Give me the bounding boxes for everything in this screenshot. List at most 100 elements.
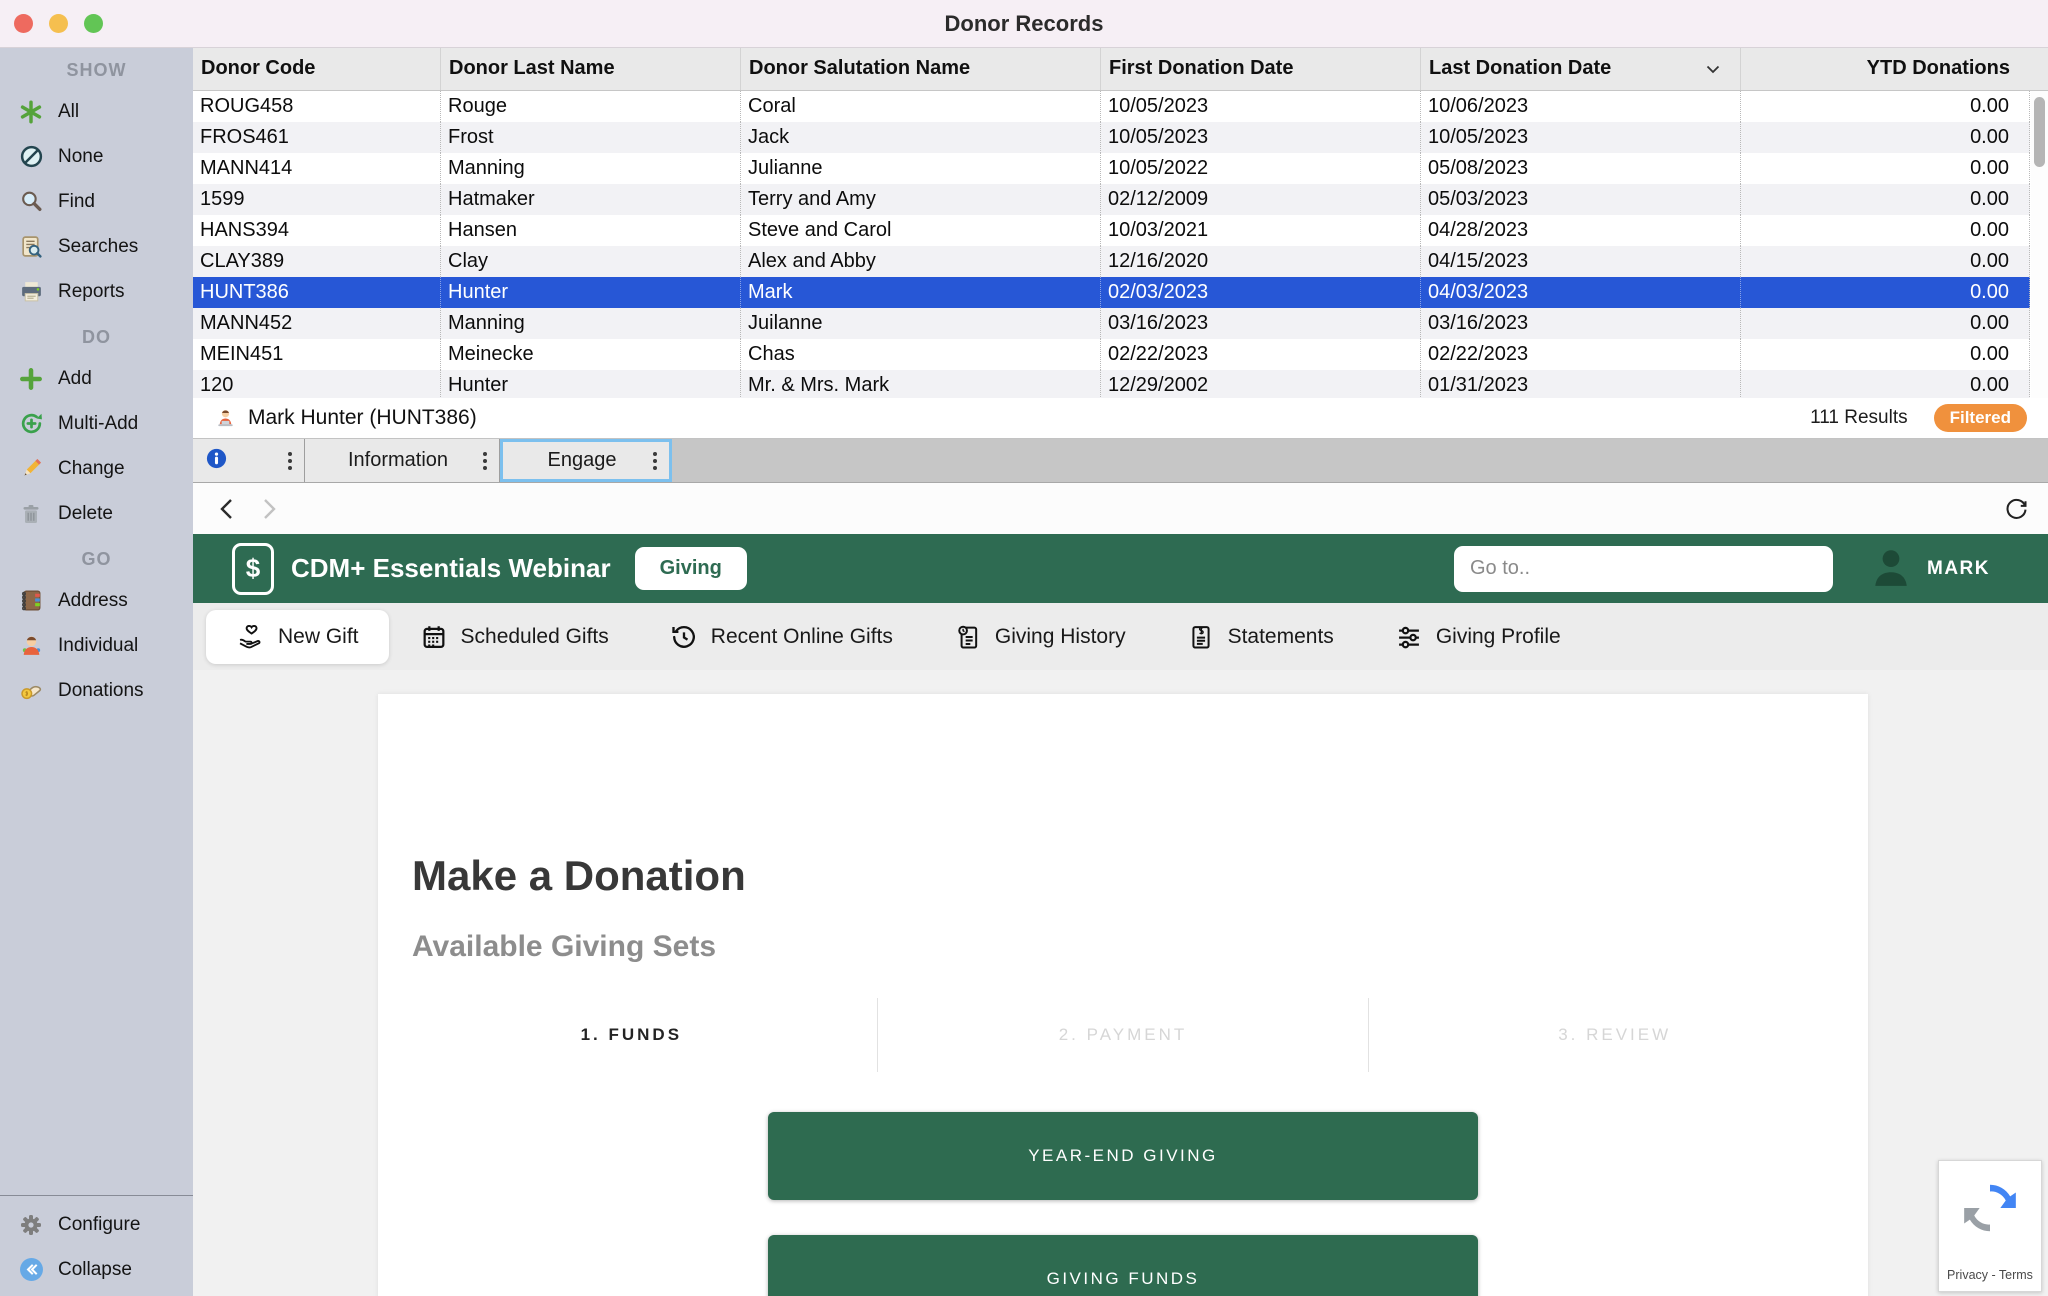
filtered-badge[interactable]: Filtered <box>1934 404 2027 432</box>
table-cell[interactable]: Clay <box>440 246 740 277</box>
table-cell[interactable]: Alex and Abby <box>740 246 1100 277</box>
table-cell[interactable]: Hatmaker <box>440 184 740 215</box>
recaptcha-badge[interactable]: Privacy - Terms <box>1938 1160 2042 1292</box>
table-row[interactable]: HANS394HansenSteve and Carol10/03/202104… <box>193 215 2030 246</box>
sidebar-item-individual[interactable]: Individual <box>0 623 193 668</box>
table-cell[interactable]: 12/16/2020 <box>1100 246 1420 277</box>
table-cell[interactable]: 10/05/2023 <box>1420 122 1740 153</box>
table-row[interactable]: HUNT386HunterMark02/03/202304/03/20230.0… <box>193 277 2030 308</box>
table-cell[interactable]: Meinecke <box>440 339 740 370</box>
sidebar-item-donations[interactable]: Donations <box>0 668 193 713</box>
table-row[interactable]: FROS461FrostJack10/05/202310/05/20230.00 <box>193 122 2030 153</box>
table-cell[interactable]: HANS394 <box>193 215 440 246</box>
table-row[interactable]: 120HunterMr. & Mrs. Mark12/29/200201/31/… <box>193 370 2030 398</box>
table-cell[interactable]: 02/12/2009 <box>1100 184 1420 215</box>
sidebar-item-delete[interactable]: Delete <box>0 491 193 536</box>
table-cell[interactable]: 0.00 <box>1740 339 2029 370</box>
giving-funds-button[interactable]: GIVING FUNDS <box>768 1235 1478 1296</box>
table-cell[interactable]: Hunter <box>440 277 740 308</box>
tab-menu-dots-icon[interactable] <box>483 459 487 463</box>
table-cell[interactable]: 0.00 <box>1740 153 2029 184</box>
table-row[interactable]: CLAY389ClayAlex and Abby12/16/202004/15/… <box>193 246 2030 277</box>
user-avatar-icon[interactable] <box>1869 544 1913 593</box>
username-label[interactable]: MARK <box>1927 558 1990 580</box>
column-header-last-name[interactable]: Donor Last Name <box>440 47 740 90</box>
refresh-icon[interactable] <box>2002 495 2030 523</box>
table-row[interactable]: ROUG458RougeCoral10/05/202310/06/20230.0… <box>193 91 2030 122</box>
table-cell[interactable]: MANN414 <box>193 153 440 184</box>
forward-button[interactable] <box>255 495 283 523</box>
table-cell[interactable]: 0.00 <box>1740 184 2029 215</box>
table-cell[interactable]: Mark <box>740 277 1100 308</box>
sidebar-item-configure[interactable]: Configure <box>0 1202 193 1247</box>
tab-information[interactable]: Information <box>305 439 500 482</box>
table-cell[interactable]: Manning <box>440 153 740 184</box>
table-cell[interactable]: Manning <box>440 308 740 339</box>
table-cell[interactable]: Hunter <box>440 370 740 398</box>
table-cell[interactable]: 0.00 <box>1740 246 2029 277</box>
table-cell[interactable]: HUNT386 <box>193 277 440 308</box>
tab-new-gift[interactable]: New Gift <box>206 610 389 664</box>
table-cell[interactable]: Terry and Amy <box>740 184 1100 215</box>
table-cell[interactable]: FROS461 <box>193 122 440 153</box>
table-cell[interactable]: Chas <box>740 339 1100 370</box>
table-cell[interactable]: 10/03/2021 <box>1100 215 1420 246</box>
table-scrollbar[interactable] <box>2031 91 2048 398</box>
table-cell[interactable]: 1599 <box>193 184 440 215</box>
tab-giving-history[interactable]: Giving History <box>923 610 1156 664</box>
table-cell[interactable]: Frost <box>440 122 740 153</box>
table-cell[interactable]: ROUG458 <box>193 91 440 122</box>
sidebar-item-address[interactable]: Address <box>0 578 193 623</box>
sidebar-item-multi-add[interactable]: Multi-Add <box>0 401 193 446</box>
giving-nav-button[interactable]: Giving <box>635 547 747 590</box>
column-header-last-donation[interactable]: Last Donation Date <box>1420 47 1740 90</box>
table-cell[interactable]: 04/28/2023 <box>1420 215 1740 246</box>
tab-menu-dots-icon[interactable] <box>653 459 657 463</box>
table-cell[interactable]: MEIN451 <box>193 339 440 370</box>
column-header-ytd[interactable]: YTD Donations <box>1740 47 2048 90</box>
table-cell[interactable]: 01/31/2023 <box>1420 370 1740 398</box>
table-cell[interactable]: 0.00 <box>1740 277 2029 308</box>
tab-menu-dots-icon[interactable] <box>288 459 292 463</box>
table-cell[interactable]: 120 <box>193 370 440 398</box>
column-header-salutation[interactable]: Donor Salutation Name <box>740 47 1100 90</box>
table-cell[interactable]: Steve and Carol <box>740 215 1100 246</box>
table-cell[interactable]: 04/03/2023 <box>1420 277 1740 308</box>
table-cell[interactable]: 02/22/2023 <box>1420 339 1740 370</box>
table-cell[interactable]: 10/05/2022 <box>1100 153 1420 184</box>
table-cell[interactable]: Rouge <box>440 91 740 122</box>
table-cell[interactable]: 02/03/2023 <box>1100 277 1420 308</box>
table-cell[interactable]: 0.00 <box>1740 122 2029 153</box>
table-cell[interactable]: Coral <box>740 91 1100 122</box>
tab-giving-profile[interactable]: Giving Profile <box>1364 610 1591 664</box>
table-cell[interactable]: 10/06/2023 <box>1420 91 1740 122</box>
tab-recent-online-gifts[interactable]: Recent Online Gifts <box>639 610 923 664</box>
goto-input[interactable] <box>1454 546 1833 592</box>
table-cell[interactable]: Hansen <box>440 215 740 246</box>
table-row[interactable]: MANN452ManningJuilanne03/16/202303/16/20… <box>193 308 2030 339</box>
table-cell[interactable]: 03/16/2023 <box>1420 308 1740 339</box>
sidebar-item-reports[interactable]: Reports <box>0 269 193 314</box>
sidebar-item-all[interactable]: All <box>0 89 193 134</box>
table-row[interactable]: MANN414ManningJulianne10/05/202205/08/20… <box>193 153 2030 184</box>
table-cell[interactable]: MANN452 <box>193 308 440 339</box>
table-cell[interactable]: 05/08/2023 <box>1420 153 1740 184</box>
sidebar-item-collapse[interactable]: Collapse <box>0 1247 193 1292</box>
tab-info[interactable] <box>193 439 305 482</box>
table-cell[interactable]: 03/16/2023 <box>1100 308 1420 339</box>
table-cell[interactable]: 0.00 <box>1740 370 2029 398</box>
recaptcha-privacy-terms[interactable]: Privacy - Terms <box>1947 1268 2033 1282</box>
table-cell[interactable]: 10/05/2023 <box>1100 122 1420 153</box>
sidebar-item-find[interactable]: Find <box>0 179 193 224</box>
back-button[interactable] <box>213 495 241 523</box>
table-cell[interactable]: 10/05/2023 <box>1100 91 1420 122</box>
table-cell[interactable]: 02/22/2023 <box>1100 339 1420 370</box>
table-cell[interactable]: Julianne <box>740 153 1100 184</box>
year-end-giving-button[interactable]: YEAR-END GIVING <box>768 1112 1478 1200</box>
scrollbar-thumb[interactable] <box>2034 97 2045 167</box>
sidebar-item-add[interactable]: Add <box>0 356 193 401</box>
table-row[interactable]: 1599HatmakerTerry and Amy02/12/200905/03… <box>193 184 2030 215</box>
tab-scheduled-gifts[interactable]: Scheduled Gifts <box>389 610 639 664</box>
sidebar-item-change[interactable]: Change <box>0 446 193 491</box>
sidebar-item-none[interactable]: None <box>0 134 193 179</box>
